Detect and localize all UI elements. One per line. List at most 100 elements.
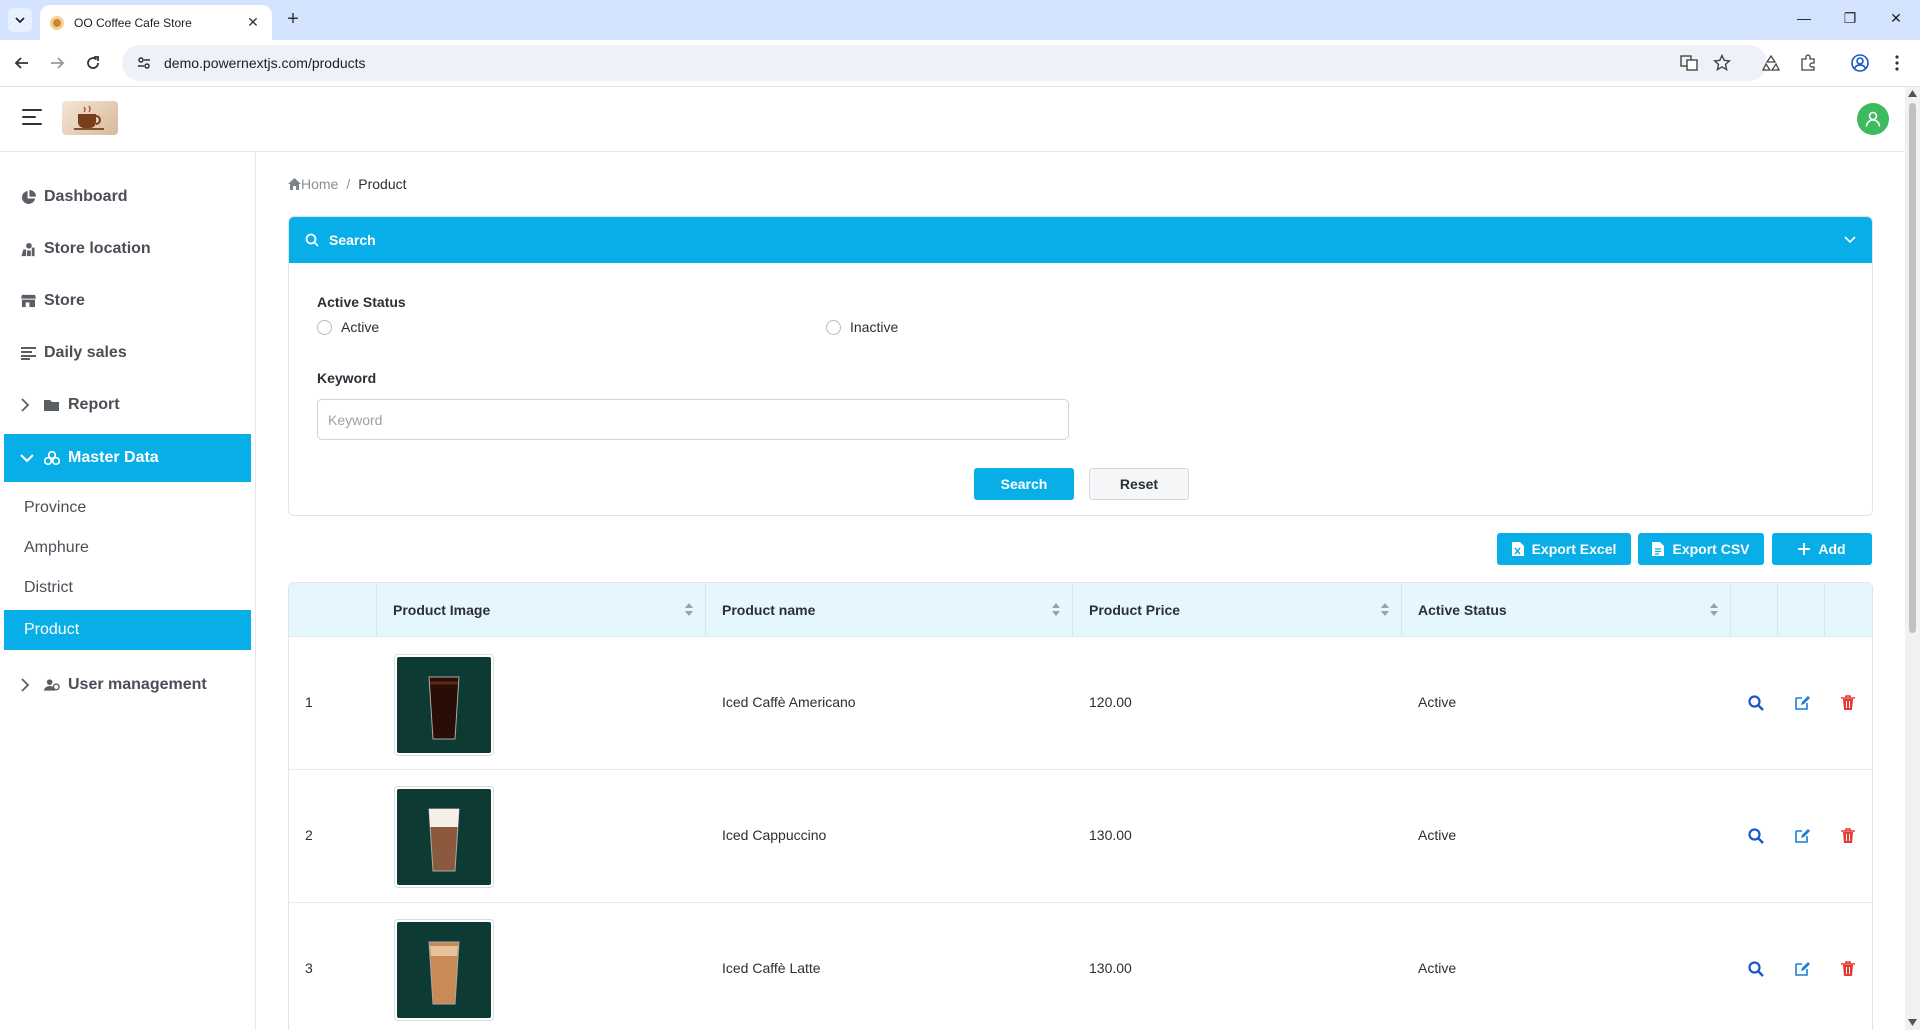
edit-icon[interactable] xyxy=(1793,694,1811,712)
active-status: Active xyxy=(1418,960,1457,976)
sidebar-item-report[interactable]: Report xyxy=(4,382,251,428)
sidebar-subitem-label: Province xyxy=(24,499,87,516)
table-header-product-name[interactable]: Product name xyxy=(706,583,1073,637)
table-header-product-price[interactable]: Product Price xyxy=(1073,583,1402,637)
tab-search-button[interactable] xyxy=(8,8,32,32)
menu-toggle-icon[interactable] xyxy=(22,109,42,125)
extensions-puzzle-icon[interactable] xyxy=(1797,52,1819,74)
sidebar-item-label: User management xyxy=(68,676,207,693)
sidebar-item-master-data[interactable]: Master Data xyxy=(4,434,251,482)
close-window-button[interactable]: ✕ xyxy=(1886,10,1906,27)
search-button[interactable]: Search xyxy=(974,468,1074,500)
address-bar[interactable]: demo.powernextjs.com/products xyxy=(122,45,1767,81)
browser-menu-icon[interactable] xyxy=(1886,52,1908,74)
chevron-down-icon[interactable] xyxy=(1844,236,1856,244)
edit-icon[interactable] xyxy=(1793,827,1811,845)
view-search-icon[interactable] xyxy=(1747,694,1765,712)
add-label: Add xyxy=(1818,541,1846,557)
radio-inactive[interactable]: Inactive xyxy=(826,319,898,335)
user-avatar[interactable] xyxy=(1857,103,1889,135)
radio-inactive-label: Inactive xyxy=(850,319,899,335)
product-image xyxy=(394,654,494,756)
search-panel-header[interactable]: Search xyxy=(289,217,1872,263)
translate-icon[interactable] xyxy=(1678,52,1700,74)
row-index: 2 xyxy=(305,827,313,843)
plus-icon xyxy=(1798,543,1811,555)
sidebar-item-store[interactable]: Store xyxy=(4,278,251,324)
sidebar-item-user-management[interactable]: User management xyxy=(4,662,251,708)
keyword-label: Keyword xyxy=(317,370,377,386)
tab-close-icon[interactable]: ✕ xyxy=(244,14,262,31)
export-excel-label: Export Excel xyxy=(1531,541,1617,557)
bookmark-star-icon[interactable] xyxy=(1711,52,1733,74)
delete-trash-icon[interactable] xyxy=(1839,827,1857,845)
store-icon xyxy=(20,293,36,309)
sidebar-subitem-province[interactable]: Province xyxy=(4,488,251,528)
minimize-button[interactable]: — xyxy=(1794,10,1814,26)
new-tab-button[interactable]: + xyxy=(282,9,304,31)
sidebar-item-daily-sales[interactable]: Daily sales xyxy=(4,330,251,376)
table-header-product-image[interactable]: Product Image xyxy=(377,583,706,637)
header-label: Product name xyxy=(722,602,816,618)
sidebar-item-dashboard[interactable]: Dashboard xyxy=(4,174,251,220)
table-row: 3 Iced Caffè Latte 130.00 Active xyxy=(289,903,1872,1030)
breadcrumb-separator: / xyxy=(346,176,351,192)
restore-button[interactable]: ❐ xyxy=(1840,10,1860,27)
export-excel-button[interactable]: Export Excel xyxy=(1497,533,1631,565)
sort-icon[interactable] xyxy=(1052,603,1060,616)
sort-icon[interactable] xyxy=(1710,603,1718,616)
sort-icon[interactable] xyxy=(685,603,693,616)
scroll-up-arrow-icon[interactable] xyxy=(1908,90,1917,97)
add-button[interactable]: Add xyxy=(1772,533,1872,565)
delete-trash-icon[interactable] xyxy=(1839,694,1857,712)
chevron-right-icon xyxy=(20,678,36,692)
reset-button[interactable]: Reset xyxy=(1089,468,1189,500)
iced-latte-image-icon xyxy=(428,941,460,1005)
export-csv-button[interactable]: Export CSV xyxy=(1638,533,1764,565)
site-settings-icon[interactable] xyxy=(136,55,152,71)
radio-circle[interactable] xyxy=(826,319,841,335)
view-search-icon[interactable] xyxy=(1747,960,1765,978)
scrollbar-thumb[interactable] xyxy=(1909,103,1916,633)
extension-recycle-icon[interactable] xyxy=(1760,52,1782,74)
header-label: Product Image xyxy=(393,602,491,618)
sidebar-item-label: Daily sales xyxy=(44,344,127,361)
edit-icon[interactable] xyxy=(1793,960,1811,978)
sidebar-subitem-label: Product xyxy=(24,621,80,638)
delete-trash-icon[interactable] xyxy=(1839,960,1857,978)
radio-active[interactable]: Active xyxy=(317,319,379,335)
tab-title: OO Coffee Cafe Store xyxy=(74,15,192,30)
back-button[interactable] xyxy=(11,52,33,74)
breadcrumb-home[interactable]: Home xyxy=(288,176,338,192)
chevron-right-icon xyxy=(20,398,36,412)
product-price: 130.00 xyxy=(1089,960,1132,976)
table-row: 1 Iced Caffè Americano 120.00 Active xyxy=(289,637,1872,770)
table-header-index xyxy=(289,583,377,637)
export-csv-label: Export CSV xyxy=(1672,541,1750,557)
sidebar-subitem-district[interactable]: District xyxy=(4,568,251,608)
iced-americano-image-icon xyxy=(428,676,460,740)
profile-icon[interactable] xyxy=(1849,52,1871,74)
sidebar-subitem-label: District xyxy=(24,579,73,596)
coffee-shop-logo[interactable] xyxy=(62,101,118,135)
keyword-input[interactable] xyxy=(317,399,1069,440)
browser-toolbar: demo.powernextjs.com/products xyxy=(0,40,1920,87)
product-image xyxy=(394,919,494,1021)
sort-icon[interactable] xyxy=(1381,603,1389,616)
radio-circle[interactable] xyxy=(317,319,332,335)
product-price: 120.00 xyxy=(1089,694,1132,710)
forward-button[interactable] xyxy=(46,52,68,74)
app-header xyxy=(0,87,1905,152)
sidebar-item-store-location[interactable]: Store location xyxy=(4,226,251,272)
table-header-active-status[interactable]: Active Status xyxy=(1402,583,1731,637)
sidebar-subitem-product[interactable]: Product xyxy=(4,610,251,650)
coffee-cup-icon xyxy=(74,105,104,130)
sidebar-subitem-amphure[interactable]: Amphure xyxy=(4,528,251,568)
page-scrollbar[interactable] xyxy=(1905,87,1920,1030)
scroll-down-arrow-icon[interactable] xyxy=(1908,1019,1917,1026)
sidebar: Dashboard Store location Store Daily sal… xyxy=(0,152,256,1030)
view-search-icon[interactable] xyxy=(1747,827,1765,845)
reload-button[interactable] xyxy=(82,52,104,74)
arrow-left-icon xyxy=(14,57,28,69)
browser-tab[interactable]: OO Coffee Cafe Store ✕ xyxy=(40,5,272,40)
